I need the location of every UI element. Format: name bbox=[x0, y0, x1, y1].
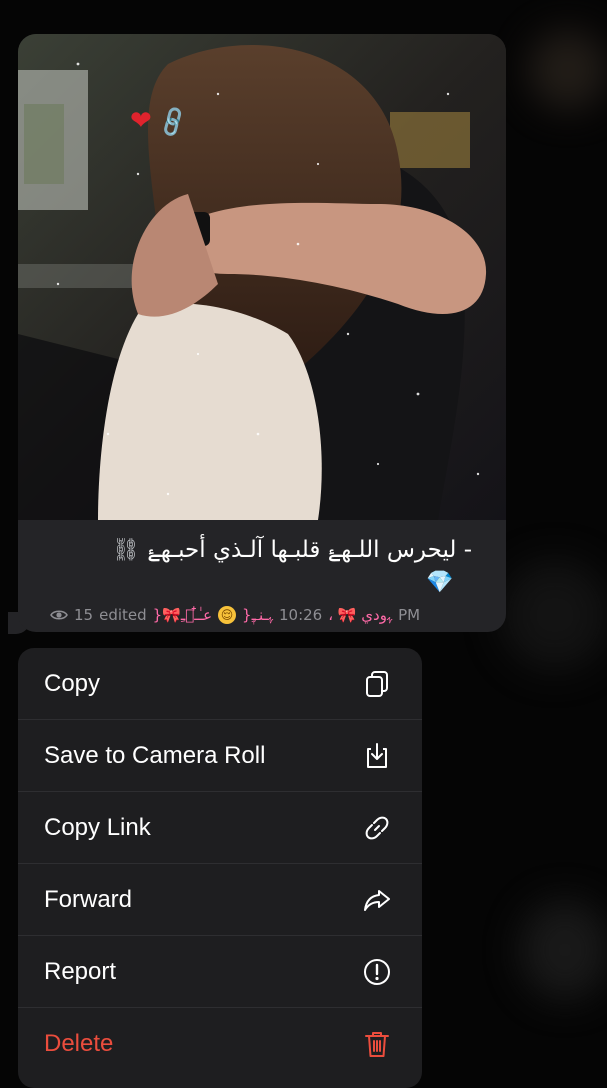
caption-links: ⛓ bbox=[112, 538, 140, 563]
signature-mid: }ﮩـنـ᷂ﹻ bbox=[242, 606, 273, 624]
signature-emoji: 😌 bbox=[218, 606, 237, 624]
message-caption: - ليحرس اللـهۓ قلبـها آلـذي أحبـهۓ ⛓ bbox=[38, 534, 472, 567]
background-blur bbox=[520, 900, 607, 1000]
menu-item-forward[interactable]: Forward bbox=[18, 864, 422, 936]
signature-right: ، 🎀 ﮩودي bbox=[328, 606, 393, 624]
menu-item-copy[interactable]: Copy bbox=[18, 648, 422, 720]
menu-item-copy-link[interactable]: Copy Link bbox=[18, 792, 422, 864]
background-blur bbox=[500, 560, 607, 670]
forward-icon bbox=[360, 883, 394, 917]
copy-icon bbox=[360, 667, 394, 701]
menu-item-report[interactable]: Report bbox=[18, 936, 422, 1008]
message-time: 10:26 bbox=[279, 606, 323, 624]
edited-label: edited bbox=[99, 606, 147, 624]
signature-left: }🎀عـٰ໋ـ᷂ﹻ bbox=[152, 606, 213, 624]
caption-text: - ليحرس اللـهۓ قلبـها آلـذي أحبـهۓ bbox=[147, 537, 472, 563]
eye-icon bbox=[50, 610, 68, 620]
message-meta: 15 edited }🎀عـٰ໋ـ᷂ﹻ 😌 }ﮩـنـ᷂ﹻ 10:26 ، 🎀 … bbox=[50, 606, 490, 624]
heart-emoji: ❤ bbox=[130, 106, 152, 136]
link-icon bbox=[360, 811, 394, 845]
menu-item-label: Forward bbox=[44, 885, 133, 913]
message-photo[interactable]: ❤ 🔗 bbox=[18, 34, 506, 520]
gem-emoji: 💎 bbox=[426, 570, 454, 595]
menu-item-label: Copy Link bbox=[44, 813, 151, 841]
report-icon bbox=[360, 955, 394, 989]
menu-item-label: Save to Camera Roll bbox=[44, 741, 266, 769]
menu-item-delete[interactable]: Delete bbox=[18, 1008, 422, 1079]
view-count: 15 bbox=[74, 606, 94, 624]
message-bubble[interactable]: ❤ 🔗 - ليحرس اللـهۓ قلبـها آلـذي أحبـهۓ ⛓… bbox=[18, 34, 506, 632]
menu-item-label: Copy bbox=[44, 669, 101, 697]
menu-item-label: Delete bbox=[44, 1029, 114, 1057]
download-icon bbox=[360, 739, 394, 773]
menu-item-label: Report bbox=[44, 957, 117, 985]
menu-item-save-to-camera-roll[interactable]: Save to Camera Roll bbox=[18, 720, 422, 792]
context-menu: Copy Save to Camera Roll Copy Link Forwa… bbox=[18, 648, 422, 1088]
message-ampm: PM bbox=[398, 606, 421, 624]
trash-icon bbox=[360, 1027, 394, 1061]
background-blur bbox=[528, 30, 607, 110]
